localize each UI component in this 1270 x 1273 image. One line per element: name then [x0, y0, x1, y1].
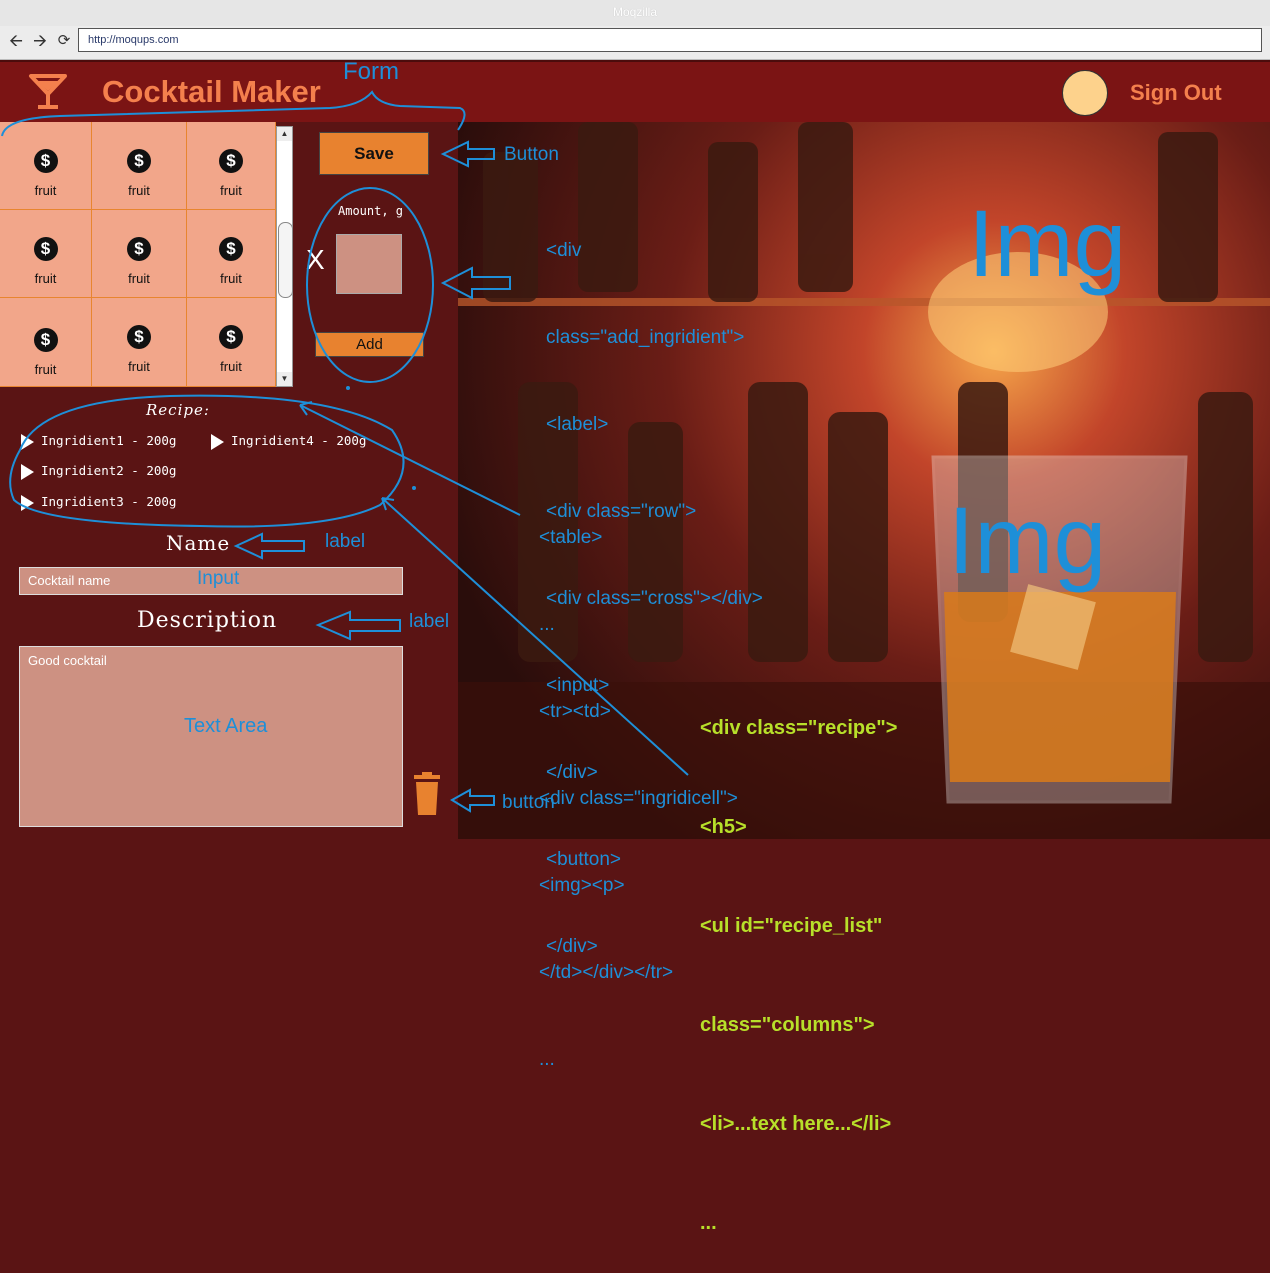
amount-input[interactable]	[336, 234, 402, 294]
dollar-icon: $	[33, 149, 58, 173]
cross-label: X	[306, 244, 325, 275]
address-bar[interactable]: http://moqups.com	[78, 28, 1262, 52]
ingredient-cell[interactable]: $ fruit	[187, 122, 276, 210]
ingredient-label: fruit	[220, 271, 242, 286]
ingredient-label: fruit	[34, 362, 57, 377]
description-label: Description	[137, 608, 278, 633]
ingredients-grid: $ fruit $ fruit $ fruit $ fruit $ fruit $ frui…	[0, 122, 276, 387]
ingredient-cell[interactable]: $ fruit	[92, 122, 187, 210]
ingredient-label: fruit	[220, 183, 242, 198]
annotation-label-name: label	[325, 531, 366, 552]
ingredient-label: fruit	[34, 183, 57, 198]
avatar[interactable]	[1062, 70, 1108, 116]
ingredient-cell[interactable]: $ fruit	[187, 210, 276, 298]
ingredient-label: fruit	[34, 271, 57, 286]
back-arrow-icon[interactable]: 🡨	[7, 32, 25, 50]
browser-title-bar: Moqzilla	[0, 0, 1270, 27]
app-header: Cocktail Maker Sign Out	[0, 60, 1270, 122]
trash-icon[interactable]	[412, 772, 442, 816]
name-label: Name	[166, 531, 231, 555]
cocktail-glass-icon	[29, 74, 67, 109]
recipe-list-item: Ingridient1 - 200g	[21, 433, 176, 450]
annotation-text-area: Text Area	[184, 715, 268, 737]
dollar-icon: $	[219, 149, 243, 173]
recipe-item-text: Ingridient2 - 200g	[41, 463, 177, 478]
annotation-img-top: Img	[968, 191, 1127, 297]
code-line: <div	[546, 240, 582, 261]
play-triangle-icon	[211, 433, 224, 450]
recipe-list-item: Ingridient4 - 200g	[211, 433, 366, 450]
code-line: <h5>	[700, 816, 747, 838]
ingredient-cell[interactable]: $ fruit	[187, 298, 276, 387]
url-text: http://moqups.com	[88, 34, 179, 46]
code-recipe: <div class="recipe"> <h5> <ul id="recipe…	[700, 646, 897, 1273]
amount-label: Amount, g	[338, 204, 404, 218]
forward-arrow-icon[interactable]: 🡪	[31, 32, 49, 50]
code-line: <table>	[539, 527, 603, 548]
recipe-list-item: Ingridient2 - 200g	[21, 463, 176, 480]
dollar-icon: $	[33, 328, 58, 352]
ingredient-cell[interactable]: $ fruit	[92, 298, 187, 387]
reload-icon[interactable]: ⟳	[55, 32, 73, 50]
dollar-icon: $	[127, 149, 151, 173]
recipe-title: Recipe:	[146, 401, 210, 419]
scroll-down-icon[interactable]: ▼	[277, 372, 292, 386]
annotation-label-description: label	[409, 611, 450, 632]
grid-scrollbar[interactable]: ▲ ▼	[276, 126, 293, 387]
play-triangle-icon	[21, 433, 34, 450]
code-line: class="columns">	[700, 1014, 875, 1036]
ingredient-cell[interactable]: $ fruit	[92, 210, 187, 298]
recipe-item-text: Ingridient3 - 200g	[41, 494, 177, 509]
code-line: <div class="recipe">	[700, 717, 898, 739]
window-title: Moqzilla	[612, 5, 657, 19]
dollar-icon: $	[219, 237, 243, 261]
dollar-icon: $	[219, 325, 243, 349]
dollar-icon: $	[127, 237, 151, 261]
scroll-up-icon[interactable]: ▲	[277, 127, 292, 141]
ingredient-label: fruit	[128, 271, 150, 286]
dollar-icon: $	[33, 237, 58, 261]
code-line: ...	[539, 614, 555, 635]
recipe-item-text: Ingridient1 - 200g	[41, 433, 177, 448]
app-title: Cocktail Maker	[102, 74, 321, 109]
sign-out-link[interactable]: Sign Out	[1130, 80, 1222, 106]
recipe-list-item: Ingridient3 - 200g	[21, 494, 176, 511]
save-button[interactable]: Save	[319, 132, 429, 175]
ingredient-label: fruit	[128, 183, 150, 198]
annotation-button: Button	[504, 144, 559, 165]
code-line: <li>...text here...</li>	[700, 1113, 892, 1135]
play-triangle-icon	[21, 494, 34, 511]
code-line: ...	[700, 1212, 717, 1234]
ingredient-cell[interactable]: $ fruit	[0, 210, 92, 298]
scroll-thumb[interactable]	[278, 222, 293, 298]
code-line: <label>	[546, 414, 609, 435]
annotation-input: Input	[197, 568, 240, 589]
code-line: <ul id="recipe_list"	[700, 915, 883, 937]
annotation-form: Form	[343, 58, 399, 85]
browser-nav-bar: 🡨 🡪 ⟳ http://moqups.com	[0, 26, 1270, 60]
ingredient-cell[interactable]: $ fruit	[0, 298, 92, 387]
recipe-item-text: Ingridient4 - 200g	[231, 433, 367, 448]
ingredient-label: fruit	[220, 359, 242, 374]
annotation-img-glass: Img	[948, 488, 1107, 594]
add-button[interactable]: Add	[315, 332, 424, 357]
play-triangle-icon	[21, 463, 34, 480]
code-line: class="add_ingridient">	[546, 327, 745, 348]
ingredient-label: fruit	[128, 359, 150, 374]
ingredient-cell[interactable]: $ fruit	[0, 122, 92, 210]
dollar-icon: $	[127, 325, 151, 349]
